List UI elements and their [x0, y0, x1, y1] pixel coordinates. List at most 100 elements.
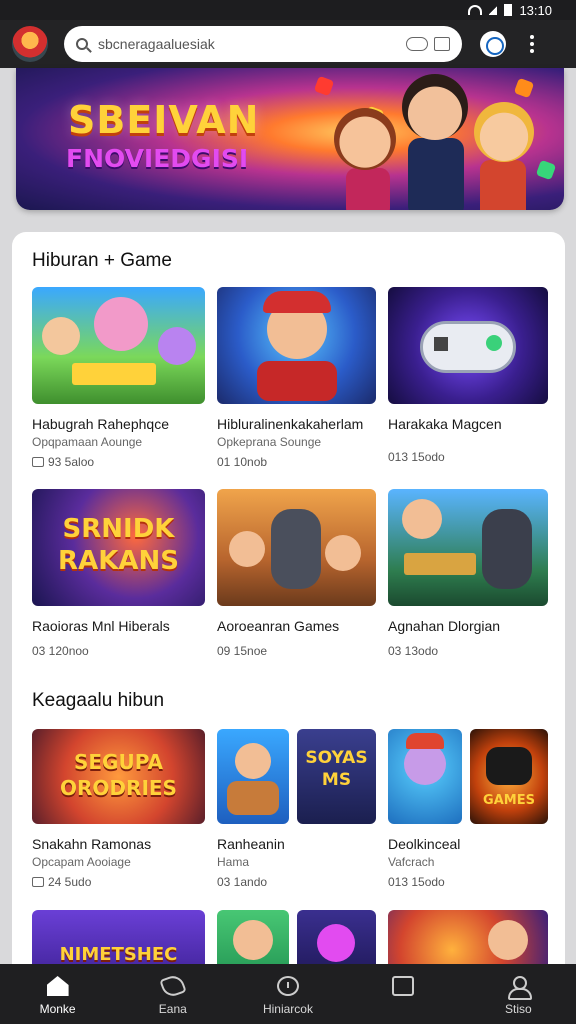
wifi-icon [468, 5, 483, 15]
library-icon [392, 976, 415, 996]
more-options-icon[interactable] [530, 35, 534, 53]
nav-item-history[interactable]: Hiniarcok [243, 976, 333, 1016]
game-thumbnail [297, 910, 376, 972]
game-thumbnail [217, 287, 376, 404]
nav-item-games[interactable]: Eana [128, 972, 218, 1016]
nav-label: Hiniarcok [262, 1002, 313, 1016]
game-meta: 03 120noo [32, 644, 89, 658]
thumbnail-group: GAMES [388, 729, 548, 824]
game-card[interactable]: Hibluralinenkakaherlam Opkeprana Sounge … [217, 287, 376, 469]
game-thumbnail: SRNIDK RAKANS [32, 489, 205, 606]
share-icon[interactable] [434, 37, 450, 51]
battery-icon [504, 4, 513, 16]
hero-subtitle: FNOVIEDGISI [66, 144, 249, 173]
nav-item-library[interactable] [358, 976, 448, 1002]
nav-label: Monke [39, 1002, 76, 1016]
game-thumbnail [388, 287, 548, 404]
game-card[interactable]: Agnahan Dlorgian 03 13odo [388, 489, 548, 658]
signal-icon [489, 5, 498, 15]
game-category: Opqpamaan Aounge [32, 435, 143, 449]
app-logo[interactable] [12, 26, 48, 62]
game-title: Harakaka Magcen [388, 416, 502, 432]
game-meta: 09 15noe [217, 644, 268, 658]
search-bar[interactable] [64, 26, 462, 62]
gamepad-icon [159, 972, 187, 1000]
game-category: Hama [217, 855, 250, 869]
controller-icon [32, 457, 44, 467]
game-meta: 013 15odo [388, 450, 445, 464]
top-app-bar [0, 20, 576, 68]
game-thumbnail: SOYAS MS [297, 729, 376, 824]
game-card[interactable]: SEGUPA ORODRIES Snakahn Ramonas Opcapam … [32, 729, 205, 889]
game-title: Hibluralinenkakaherlam [217, 416, 364, 432]
gem-decoration [313, 75, 335, 97]
home-icon [46, 976, 69, 996]
nav-item-home[interactable]: Monke [13, 976, 103, 1016]
game-title: Aoroeanran Games [217, 618, 340, 634]
game-category: Opcapam Aooiage [32, 855, 131, 869]
hero-banner[interactable]: SBEIVAN FNOVIEDGISI [16, 68, 564, 210]
hero-character-body [408, 138, 464, 210]
game-meta: 03 1ando [217, 875, 268, 889]
game-card[interactable] [297, 910, 376, 972]
game-thumbnail [32, 287, 205, 404]
nav-label: Eana [158, 1002, 187, 1016]
game-title: Raoioras Mnl Hiberals [32, 618, 170, 634]
gem-decoration [513, 77, 535, 99]
thumbnail-title: NIMETSHEC [59, 944, 178, 965]
thumbnail-title: GAMES [483, 793, 535, 808]
section-title: Keagaalu hibun [32, 690, 165, 711]
bottom-navigation: Monke Eana Hiniarcok Stiso [0, 964, 576, 1024]
game-title: Snakahn Ramonas [32, 836, 152, 852]
hero-title: SBEIVAN [68, 98, 260, 142]
game-card[interactable]: NIMETSHEC [32, 910, 205, 972]
game-thumbnail [388, 489, 548, 606]
game-title: Deolkinceal [388, 836, 461, 852]
game-title: Ranheanin [217, 836, 285, 852]
search-input[interactable] [98, 36, 400, 52]
game-card[interactable]: SRNIDK RAKANS Raoioras Mnl Hiberals 03 1… [32, 489, 205, 658]
controller-icon [32, 877, 44, 887]
game-title: Agnahan Dlorgian [388, 618, 501, 634]
game-category: Opkeprana Sounge [217, 435, 322, 449]
thumbnail-title: SEGUPA ORODRIES [60, 750, 177, 800]
game-card[interactable]: Harakaka Magcen 013 15odo [388, 287, 548, 464]
content-panel: Hiburan + Game Habugrah Rahephqce Opqpam… [12, 232, 565, 972]
nav-item-profile[interactable]: Stiso [473, 976, 563, 1016]
hero-character [402, 74, 468, 140]
game-title: Habugrah Rahephqce [32, 416, 169, 432]
gem-decoration [535, 159, 557, 181]
game-thumbnail: NIMETSHEC [32, 910, 205, 972]
game-thumbnail: GAMES [470, 729, 548, 824]
game-card[interactable]: SOYAS MS Ranheanin Hama 03 1ando [217, 729, 376, 889]
game-card[interactable]: Aoroeanran Games 09 15noe [217, 489, 376, 658]
status-bar: 13:10 [0, 0, 576, 20]
game-meta: 01 10nob [217, 455, 268, 469]
cast-icon[interactable] [480, 31, 506, 57]
hero-character-body [480, 160, 526, 210]
game-meta: 013 15odo [388, 875, 445, 889]
clock-icon [276, 976, 299, 996]
thumbnail-title: SRNIDK RAKANS [58, 514, 179, 576]
game-card[interactable] [217, 910, 289, 972]
game-thumbnail [217, 489, 376, 606]
game-meta: 93 5aloo [32, 455, 205, 469]
game-card[interactable]: Habugrah Rahephqce Opqpamaan Aounge 93 5… [32, 287, 205, 469]
game-card[interactable]: GAMES Deolkinceal Vafcrach 013 15odo [388, 729, 548, 889]
hero-character-body [346, 168, 390, 210]
nav-label: Stiso [505, 1002, 532, 1016]
game-card[interactable] [388, 910, 548, 972]
game-meta: 24 5udo [32, 875, 205, 889]
hero-character [474, 102, 534, 162]
game-category: Vafcrach [388, 855, 435, 869]
status-time: 13:10 [519, 2, 552, 18]
game-thumbnail [217, 729, 289, 824]
toggle-icon[interactable] [406, 37, 428, 51]
game-thumbnail [217, 910, 289, 972]
hero-character [334, 108, 396, 170]
section-title: Hiburan + Game [32, 250, 172, 271]
thumbnail-group: SOYAS MS [217, 729, 376, 824]
game-thumbnail: SEGUPA ORODRIES [32, 729, 205, 824]
game-thumbnail [388, 729, 462, 824]
game-meta: 03 13odo [388, 644, 439, 658]
